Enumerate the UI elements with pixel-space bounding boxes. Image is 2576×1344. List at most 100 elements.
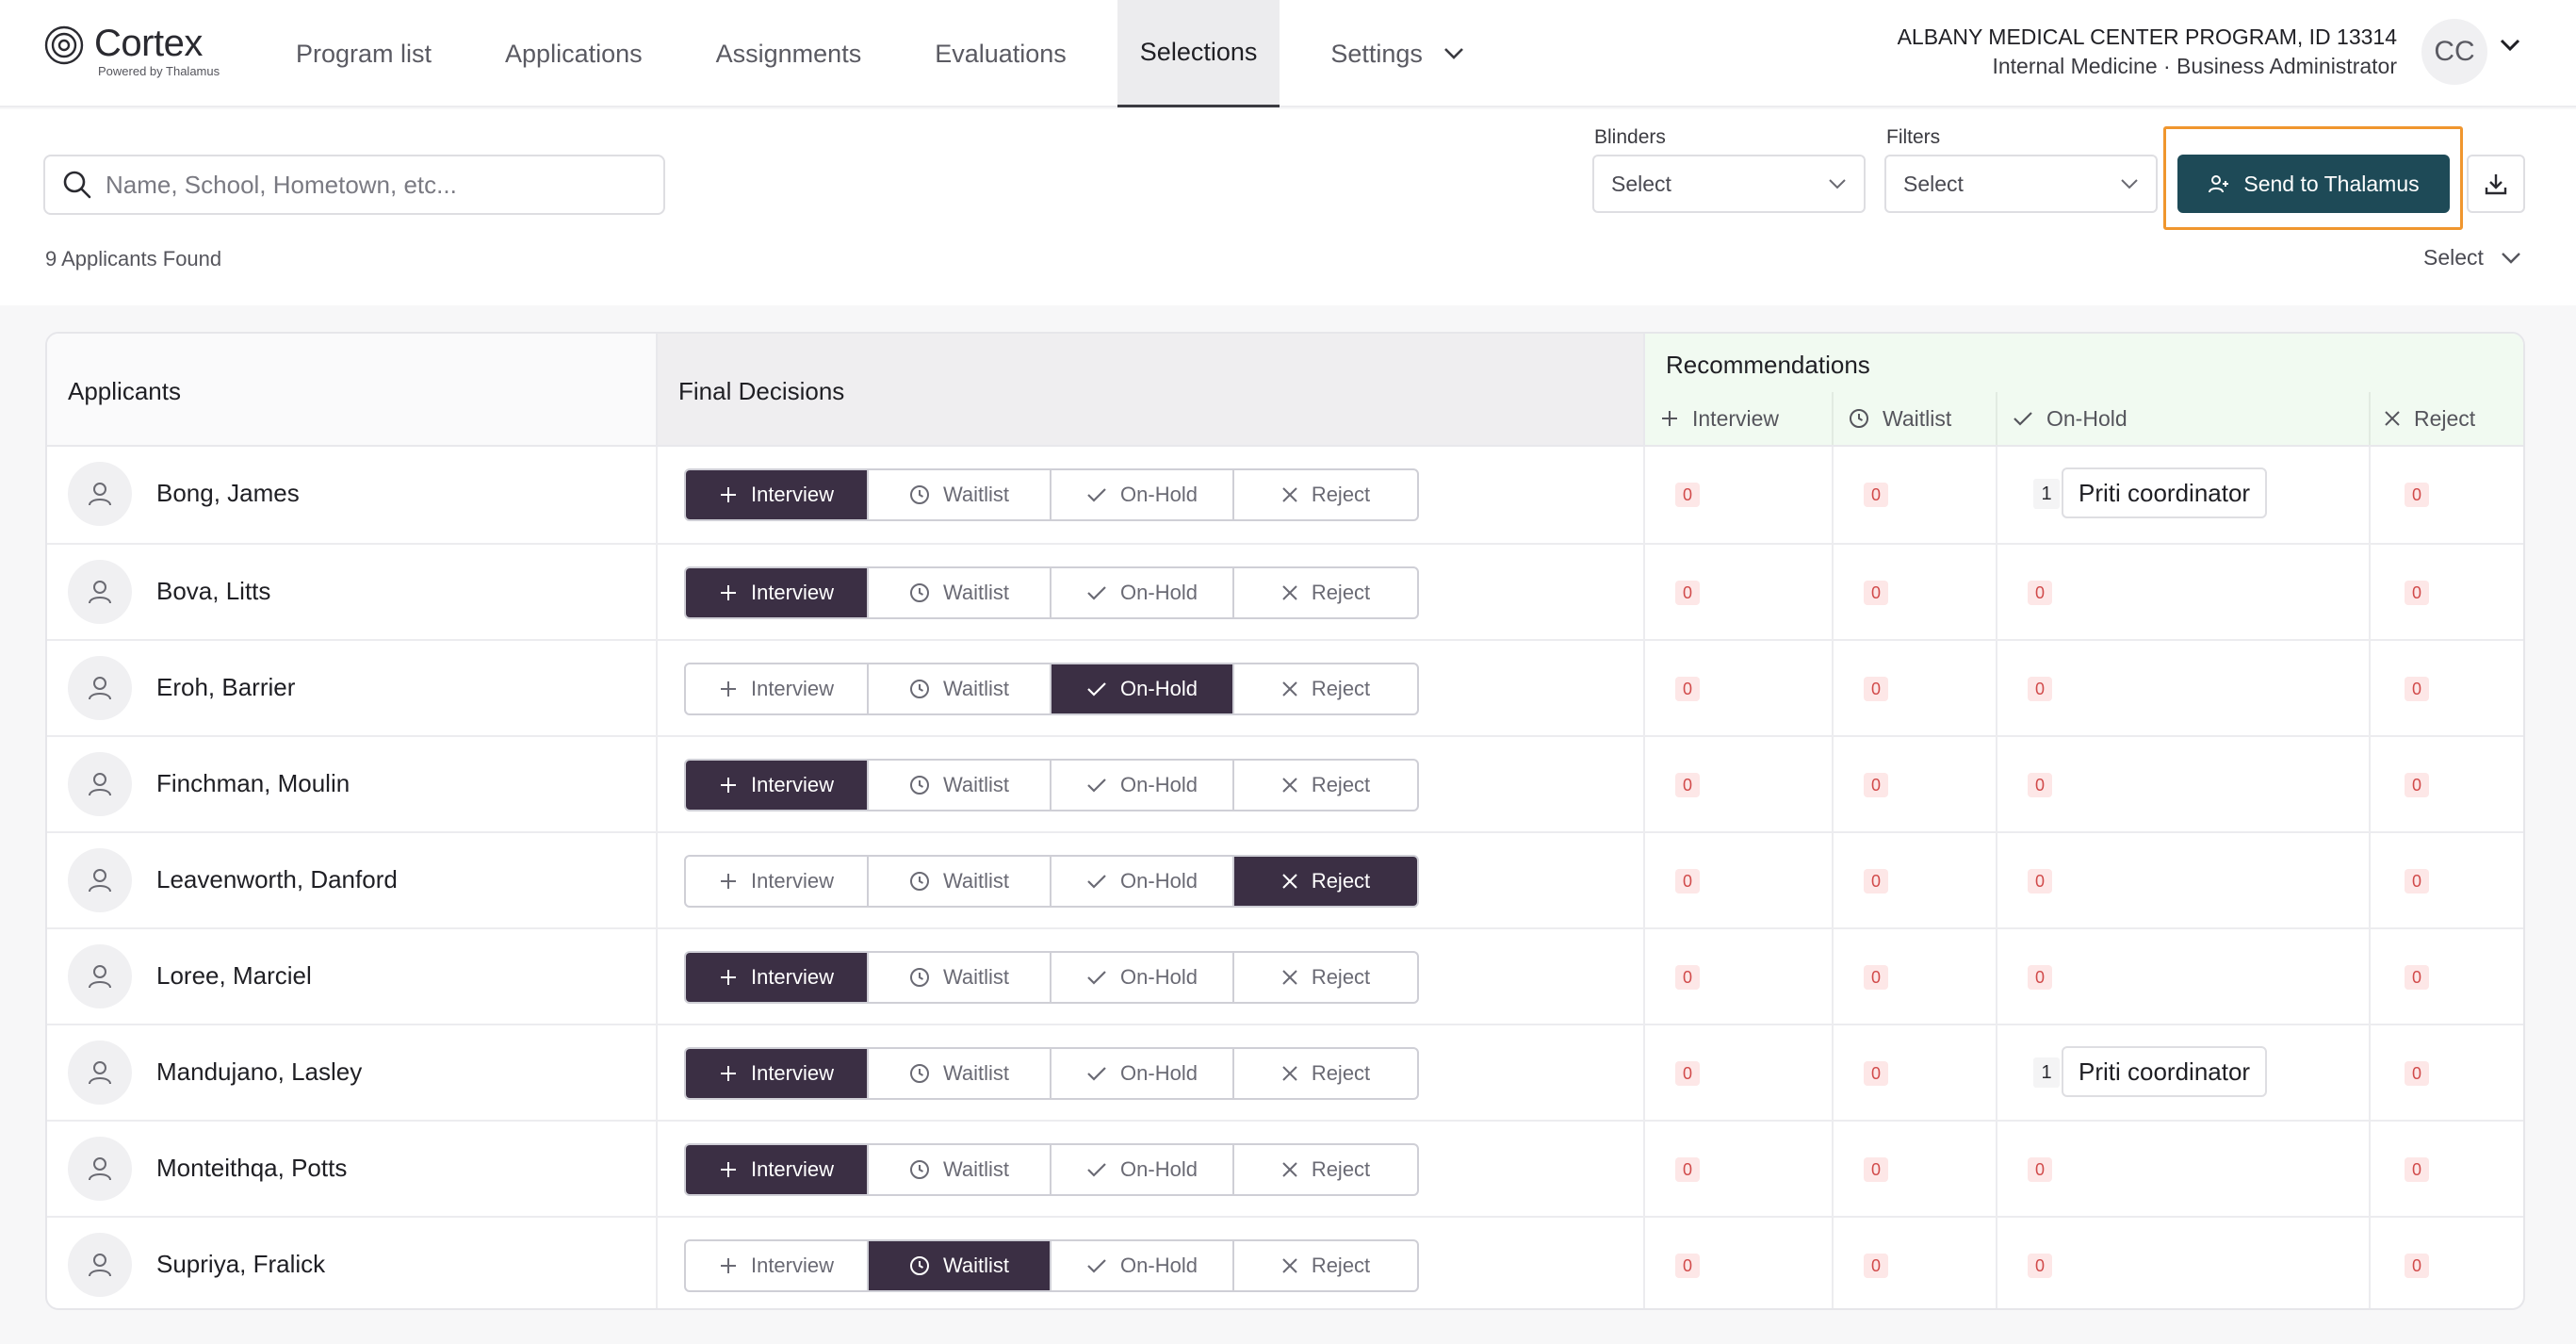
brand-logo[interactable]: Cortex Powered by Thalamus: [43, 23, 232, 79]
decision-waitlist-button[interactable]: Waitlist: [869, 568, 1052, 617]
applicant-avatar[interactable]: [68, 944, 132, 1008]
decision-interview-button[interactable]: Interview: [686, 761, 869, 810]
plus-icon: [720, 681, 736, 697]
clock-icon: [909, 583, 929, 602]
rec-count-badge-reject: 0: [2405, 483, 2429, 507]
chevron-down-icon: [1829, 179, 1846, 189]
decision-on-hold-button[interactable]: On-Hold: [1052, 761, 1234, 810]
applicant-avatar[interactable]: [68, 1041, 132, 1105]
decision-interview-button[interactable]: Interview: [686, 470, 869, 519]
decision-reject-button[interactable]: Reject: [1234, 953, 1417, 1002]
decision-on-hold-button[interactable]: On-Hold: [1052, 470, 1234, 519]
decision-interview-button[interactable]: Interview: [686, 1241, 869, 1290]
applicant-avatar[interactable]: [68, 462, 132, 526]
applicant-avatar[interactable]: [68, 752, 132, 816]
applicant-avatar[interactable]: [68, 1137, 132, 1201]
decision-reject-button[interactable]: Reject: [1234, 857, 1417, 906]
decision-interview-button[interactable]: Interview: [686, 953, 869, 1002]
decision-reject-button[interactable]: Reject: [1234, 1145, 1417, 1194]
decision-waitlist-button[interactable]: Waitlist: [869, 1241, 1052, 1290]
decision-on-hold-button[interactable]: On-Hold: [1052, 568, 1234, 617]
decision-reject-button[interactable]: Reject: [1234, 1241, 1417, 1290]
applicant-name[interactable]: Monteithqa, Potts: [156, 1154, 347, 1183]
nav-selections[interactable]: Selections: [1117, 0, 1280, 107]
rec-count-badge-on-hold: 0: [2028, 677, 2052, 701]
search-icon: [63, 171, 91, 199]
rec-count-badge-waitlist: 0: [1864, 581, 1888, 605]
decision-waitlist-button[interactable]: Waitlist: [869, 470, 1052, 519]
download-button[interactable]: [2467, 155, 2525, 213]
filters-select[interactable]: Select: [1884, 155, 2158, 213]
decision-reject-button[interactable]: Reject: [1234, 761, 1417, 810]
decision-reject-button[interactable]: Reject: [1234, 470, 1417, 519]
x-icon: [1282, 487, 1297, 502]
sort-select[interactable]: Select: [2423, 245, 2521, 270]
rec-count-badge-waitlist: 0: [1864, 1254, 1888, 1278]
decision-waitlist-button[interactable]: Waitlist: [869, 1049, 1052, 1098]
account-chevron-down-icon[interactable]: [2499, 38, 2521, 53]
send-to-thalamus-button[interactable]: Send to Thalamus: [2177, 155, 2450, 213]
user-avatar[interactable]: CC: [2421, 19, 2487, 85]
blinders-select-value: Select: [1611, 171, 1671, 196]
search-box[interactable]: [43, 155, 665, 215]
nav-evaluations[interactable]: Evaluations: [912, 0, 1089, 107]
send-button-label: Send to Thalamus: [2243, 171, 2420, 196]
decision-on-hold-button[interactable]: On-Hold: [1052, 664, 1234, 713]
decision-waitlist-button[interactable]: Waitlist: [869, 857, 1052, 906]
decision-on-hold-button[interactable]: On-Hold: [1052, 1049, 1234, 1098]
rec-cell-divider: [1832, 737, 1834, 831]
plus-icon: [720, 874, 736, 889]
decision-waitlist-button[interactable]: Waitlist: [869, 1145, 1052, 1194]
decision-reject-button[interactable]: Reject: [1234, 664, 1417, 713]
rec-cell-divider: [2369, 833, 2371, 927]
decision-waitlist-button[interactable]: Waitlist: [869, 761, 1052, 810]
decision-option-label: On-Hold: [1120, 965, 1198, 989]
applicant-name[interactable]: Supriya, Fralick: [156, 1250, 325, 1279]
filters-label: Filters: [1886, 126, 1941, 148]
decision-option-label: Interview: [750, 1254, 835, 1277]
nav-applications[interactable]: Applications: [482, 0, 665, 107]
applicant-name[interactable]: Loree, Marciel: [156, 961, 312, 991]
blinders-select[interactable]: Select: [1592, 155, 1866, 213]
applicant-avatar[interactable]: [68, 656, 132, 720]
decision-on-hold-button[interactable]: On-Hold: [1052, 1241, 1234, 1290]
applicant-name[interactable]: Eroh, Barrier: [156, 673, 295, 702]
nav-assignments[interactable]: Assignments: [693, 0, 885, 107]
decision-interview-button[interactable]: Interview: [686, 664, 869, 713]
decision-waitlist-button[interactable]: Waitlist: [869, 664, 1052, 713]
header-recommendations: Recommendations Interview Waitlist On-Ho…: [1645, 334, 2523, 445]
decision-waitlist-button[interactable]: Waitlist: [869, 953, 1052, 1002]
decision-reject-button[interactable]: Reject: [1234, 1049, 1417, 1098]
brand-name: Cortex: [94, 23, 203, 64]
applicant-name[interactable]: Leavenworth, Danford: [156, 865, 398, 894]
nav-settings[interactable]: Settings: [1308, 0, 1487, 107]
applicant-avatar[interactable]: [68, 560, 132, 624]
applicant-avatar[interactable]: [68, 1233, 132, 1297]
decision-interview-button[interactable]: Interview: [686, 1049, 869, 1098]
decision-on-hold-button[interactable]: On-Hold: [1052, 953, 1234, 1002]
decision-interview-button[interactable]: Interview: [686, 1145, 869, 1194]
decision-interview-button[interactable]: Interview: [686, 568, 869, 617]
rec-count-badge-on-hold: 0: [2028, 1157, 2052, 1182]
applicant-name[interactable]: Mandujano, Lasley: [156, 1057, 362, 1087]
decision-reject-button[interactable]: Reject: [1234, 568, 1417, 617]
decision-on-hold-button[interactable]: On-Hold: [1052, 1145, 1234, 1194]
final-decision-cell: Interview Waitlist On-Hold Reject: [658, 641, 1645, 735]
decision-interview-button[interactable]: Interview: [686, 857, 869, 906]
applicant-name[interactable]: Finchman, Moulin: [156, 769, 350, 798]
search-input[interactable]: [106, 170, 633, 200]
user-role: Internal Medicine · Business Administrat…: [1992, 54, 2397, 78]
recommender-chip[interactable]: Priti coordinator: [2062, 1046, 2268, 1097]
decision-segmented-control: Interview Waitlist On-Hold Reject: [684, 468, 1419, 521]
applicant-name[interactable]: Bong, James: [156, 479, 300, 508]
nav-program-list[interactable]: Program list: [273, 0, 454, 107]
plus-icon: [720, 585, 736, 600]
rec-count-badge-on-hold: 0: [2028, 1254, 2052, 1278]
applicant-avatar[interactable]: [68, 848, 132, 912]
applicant-name[interactable]: Bova, Litts: [156, 577, 270, 606]
rec-col-interview: Interview: [1660, 392, 1779, 445]
recommender-chip[interactable]: Priti coordinator: [2062, 467, 2268, 518]
applicant-cell: Bong, James: [47, 447, 658, 543]
final-decision-cell: Interview Waitlist On-Hold Reject: [658, 545, 1645, 639]
decision-on-hold-button[interactable]: On-Hold: [1052, 857, 1234, 906]
